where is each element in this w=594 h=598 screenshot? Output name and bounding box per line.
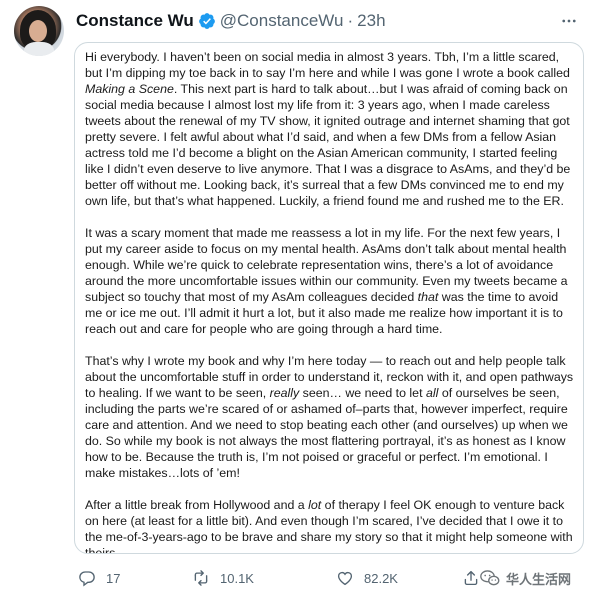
emphasis-text: Making a Scene <box>85 82 174 96</box>
tweet-header: Constance Wu @ConstanceWu · 23h <box>76 10 386 32</box>
reply-button[interactable]: 17 <box>78 566 120 590</box>
share-icon <box>464 570 478 586</box>
retweet-count: 10.1K <box>220 570 254 586</box>
statement-paragraph-1: Hi everybody. I haven’t been on social m… <box>85 49 577 209</box>
statement-text: Hi everybody. I haven’t been on social m… <box>85 49 577 553</box>
statement-paragraph-4: After a little break from Hollywood and … <box>85 497 577 553</box>
avatar-body <box>24 42 54 56</box>
paragraph-text: After a little break from Hollywood and … <box>85 498 309 512</box>
wechat-logo-icon <box>480 570 500 586</box>
author-handle[interactable]: @ConstanceWu <box>220 11 344 31</box>
watermark-text: 华人生活网 <box>506 571 572 587</box>
reply-count: 17 <box>106 570 121 586</box>
timestamp[interactable]: 23h <box>357 11 385 31</box>
separator-dot: · <box>347 11 354 30</box>
emphasis-text: that <box>417 290 439 304</box>
emphasis-text: really <box>269 386 300 400</box>
more-icon[interactable] <box>556 10 582 32</box>
heart-icon <box>337 571 353 586</box>
paragraph-text: seen… we need to let <box>299 386 426 400</box>
paragraph-text: of ourselves be seen, including the part… <box>85 386 568 480</box>
avatar[interactable] <box>14 6 64 56</box>
tweet: Constance Wu @ConstanceWu · 23h Hi every… <box>0 0 594 598</box>
like-count: 82.2K <box>364 570 398 586</box>
paragraph-text: . This next part is hard to talk about…b… <box>85 82 571 208</box>
retweet-button[interactable]: 10.1K <box>192 566 254 590</box>
tweet-image-card[interactable]: Hi everybody. I haven’t been on social m… <box>74 42 584 554</box>
avatar-face <box>29 20 47 42</box>
author-name[interactable]: Constance Wu <box>76 11 194 31</box>
emphasis-text: all <box>425 386 439 400</box>
statement-paragraph-3: That’s why I wrote my book and why I’m h… <box>85 353 577 481</box>
paragraph-text: Hi everybody. I haven’t been on social m… <box>85 50 570 80</box>
emphasis-text: lot <box>308 498 322 512</box>
like-button[interactable]: 82.2K <box>336 566 398 590</box>
reply-icon <box>79 571 95 587</box>
retweet-icon <box>194 570 208 586</box>
verified-badge-icon <box>198 12 216 30</box>
watermark: 华人生活网 <box>480 566 571 590</box>
statement-paragraph-2: It was a scary moment that made me reass… <box>85 225 577 337</box>
